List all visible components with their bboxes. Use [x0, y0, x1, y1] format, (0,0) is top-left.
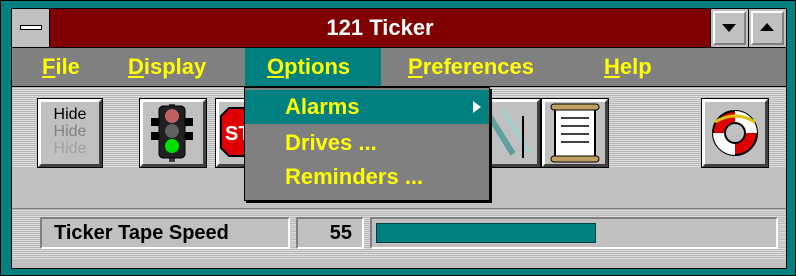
triangle-down-icon	[722, 24, 736, 32]
menu-display[interactable]: Display	[118, 48, 216, 86]
ticker-speed-label: Ticker Tape Speed	[40, 217, 290, 249]
menu-help[interactable]: Help	[594, 48, 662, 86]
slide-icon	[484, 108, 531, 158]
ticker-speed-row: Ticker Tape Speed 55	[12, 208, 786, 259]
traffic-light-button[interactable]	[139, 98, 207, 168]
menu-preferences[interactable]: Preferences	[398, 48, 544, 86]
hide-label-1: Hide	[53, 106, 87, 123]
menu-item-alarms[interactable]: Alarms	[245, 90, 489, 124]
system-menu-button[interactable]	[12, 9, 50, 47]
title-bar[interactable]: 121 Ticker	[12, 9, 786, 48]
options-dropdown-menu: Alarms Drives ... Reminders ...	[244, 87, 490, 201]
menu-options[interactable]: Options	[245, 48, 381, 86]
hide-label-2: Hide	[53, 123, 87, 140]
life-preserver-icon	[712, 110, 758, 156]
menu-item-drives[interactable]: Drives ...	[245, 126, 489, 160]
ticker-speed-slider[interactable]	[370, 217, 778, 249]
hide-label-3: Hide	[53, 140, 87, 157]
scroll-document-icon	[550, 103, 600, 163]
window-title: 121 Ticker	[326, 15, 434, 40]
scroll-document-button[interactable]	[541, 98, 609, 168]
menu-bar: File Display Options Preferences Help	[12, 48, 786, 87]
ticker-speed-value: 55	[296, 217, 364, 249]
minimize-button[interactable]	[710, 9, 748, 47]
submenu-arrow-icon	[473, 101, 481, 113]
menu-item-reminders[interactable]: Reminders ...	[245, 160, 489, 194]
triangle-up-icon	[760, 23, 774, 31]
traffic-light-icon	[151, 104, 193, 162]
app-window: 121 Ticker File Display Options Preferen…	[0, 0, 796, 276]
life-preserver-button[interactable]	[701, 98, 769, 168]
system-menu-bar-icon	[20, 25, 42, 30]
hide-button[interactable]: Hide Hide Hide	[37, 98, 103, 168]
menu-file[interactable]: File	[32, 48, 90, 86]
maximize-button[interactable]	[748, 9, 786, 47]
ticker-speed-fill	[376, 223, 596, 243]
